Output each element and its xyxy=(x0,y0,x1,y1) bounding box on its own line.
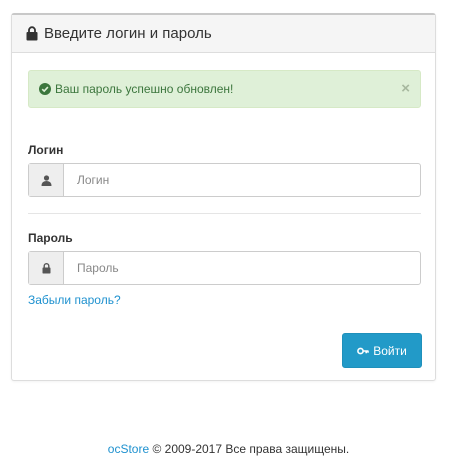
footer: ocStore © 2009-2017 Все права защищены. xyxy=(0,442,457,456)
footer-brand-link[interactable]: ocStore xyxy=(108,442,149,456)
password-label: Пароль xyxy=(28,231,73,245)
check-circle-icon xyxy=(39,83,51,95)
lock-icon xyxy=(29,252,64,284)
divider xyxy=(28,213,421,214)
login-panel: Введите логин и пароль Ваш пароль успешн… xyxy=(11,13,436,381)
panel-heading: Введите логин и пароль xyxy=(12,15,435,53)
forgot-password-link[interactable]: Забыли пароль? xyxy=(28,293,121,307)
password-input[interactable] xyxy=(64,252,420,284)
panel-title: Введите логин и пароль xyxy=(44,25,212,42)
success-alert: Ваш пароль успешно обновлен! × xyxy=(28,70,421,108)
login-input[interactable] xyxy=(64,164,420,196)
footer-copyright: © 2009-2017 Все права защищены. xyxy=(152,442,350,456)
alert-message: Ваш пароль успешно обновлен! xyxy=(55,82,234,96)
close-icon[interactable]: × xyxy=(401,81,410,97)
login-label: Логин xyxy=(28,143,64,157)
login-button-label: Войти xyxy=(373,343,407,358)
password-input-group xyxy=(28,251,421,285)
login-input-group xyxy=(28,163,421,197)
lock-icon xyxy=(26,25,40,42)
key-icon xyxy=(357,345,370,357)
login-button[interactable]: Войти xyxy=(342,333,422,368)
user-icon xyxy=(29,164,64,196)
